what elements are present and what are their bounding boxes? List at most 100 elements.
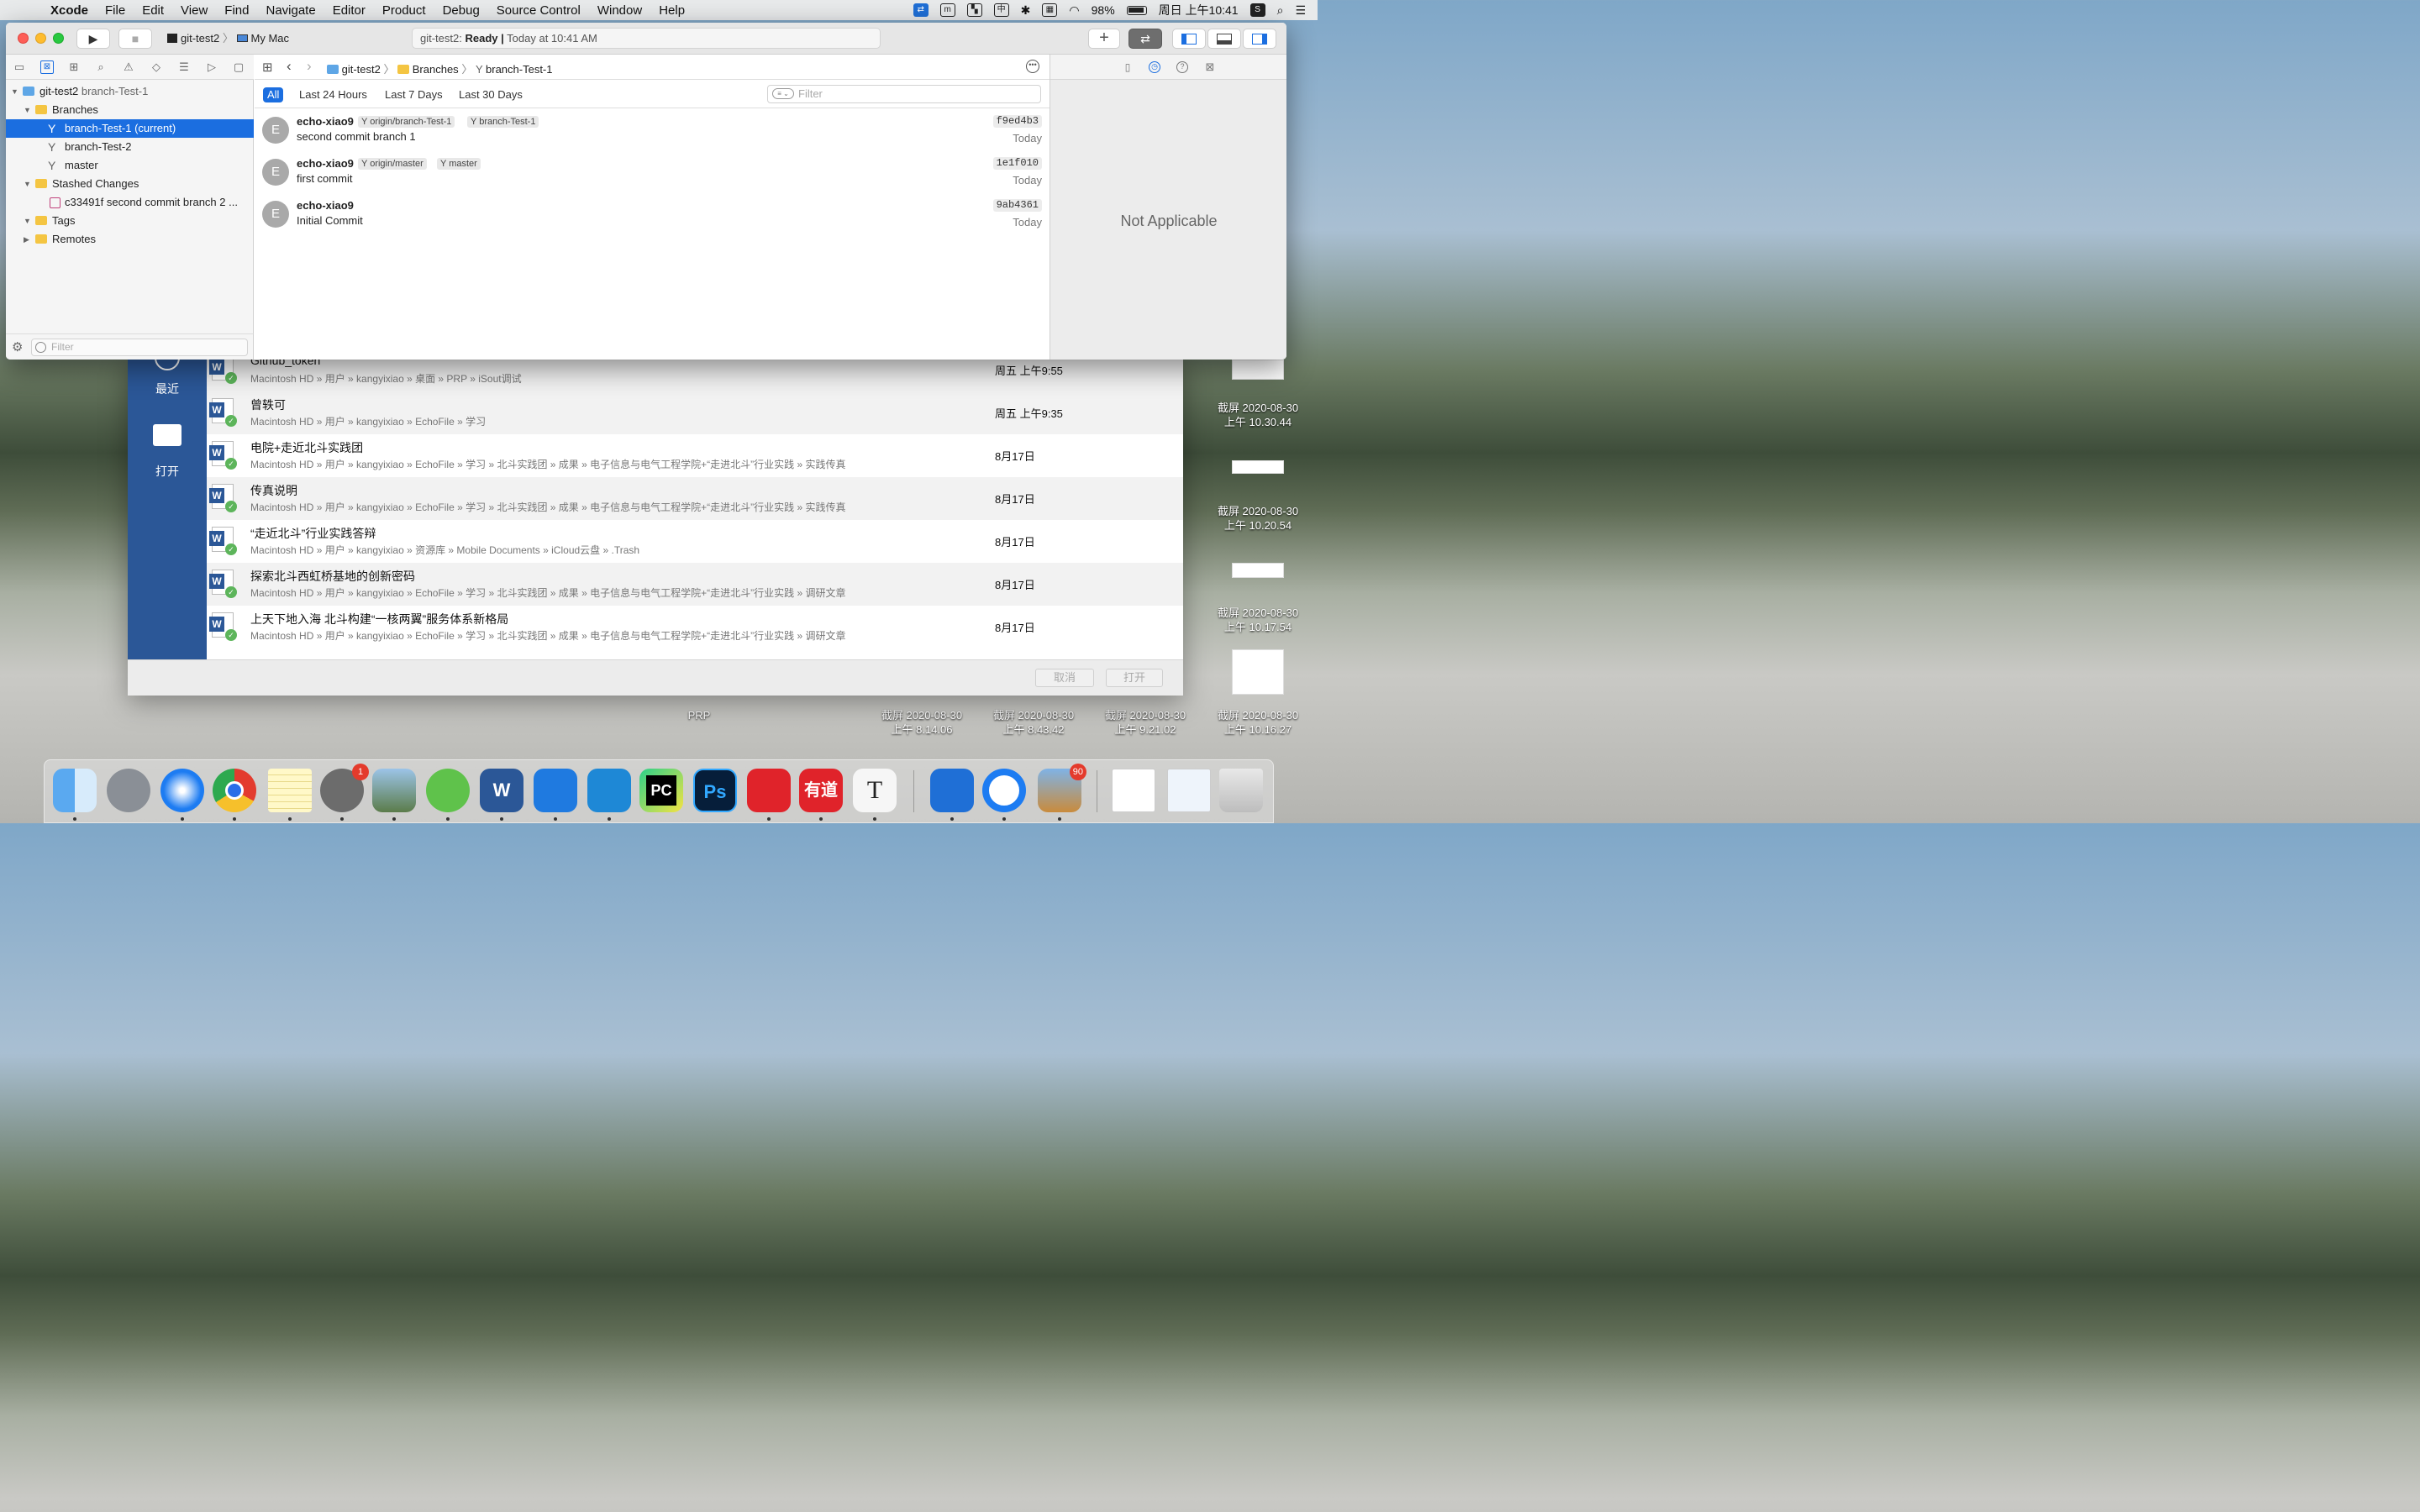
tree-item-tags[interactable]: ▼ Tags	[6, 212, 254, 230]
minimize-window-button[interactable]	[35, 33, 46, 44]
find-navigator-search-icon[interactable]: ⌕	[94, 60, 108, 74]
notes-icon[interactable]	[268, 769, 312, 812]
screenshot-thumbnail[interactable]	[1232, 360, 1284, 380]
menu-editor[interactable]: Editor	[333, 3, 366, 18]
file-inspector-document-icon[interactable]: ▯	[1122, 61, 1134, 73]
breakpoint-navigator-icon[interactable]: ▷	[205, 60, 218, 74]
safari-compass-icon[interactable]	[160, 769, 204, 812]
menu-debug[interactable]: Debug	[443, 3, 480, 18]
documents-stack-icon[interactable]	[1167, 769, 1211, 812]
debug-navigator-icon[interactable]: ☰	[177, 60, 191, 74]
test-navigator-diamond-icon[interactable]: ◇	[150, 60, 163, 74]
tree-item-remotes[interactable]: ▶ Remotes	[6, 230, 254, 249]
tree-item-branch-test-1[interactable]: Y branch-Test-1 (current)	[6, 119, 254, 138]
filter-all[interactable]: All	[263, 87, 284, 102]
disclosure-open-icon[interactable]: ▼	[11, 82, 18, 101]
cancel-button[interactable]: 取消	[1035, 669, 1094, 687]
desktop-item-label[interactable]: 截屏 2020-08-30 上午 8.14.06	[871, 708, 972, 737]
desktop-item-label[interactable]: 截屏 2020-08-30 上午 9.21.02	[1095, 708, 1196, 737]
typora-icon[interactable]: T	[853, 769, 897, 812]
report-navigator-chat-icon[interactable]: ▢	[232, 60, 245, 74]
filter-options-icon[interactable]: ≡ ⌄	[772, 88, 794, 99]
monitor-status-icon[interactable]: m	[939, 3, 955, 17]
desktop-item-label[interactable]: 截屏 2020-08-30 上午 10.30.44	[1207, 401, 1308, 429]
menu-edit[interactable]: Edit	[142, 3, 164, 18]
tree-item-branches[interactable]: ▼ Branches	[6, 101, 254, 119]
zoom-window-button[interactable]	[53, 33, 64, 44]
toggle-inspector-button[interactable]	[1243, 29, 1276, 49]
scheme-selector[interactable]: git-test2 〉 My Mac	[159, 29, 298, 49]
history-inspector-clock-icon[interactable]: ◷	[1149, 61, 1160, 73]
run-button[interactable]: ▶	[76, 29, 110, 49]
trash-icon[interactable]	[1219, 769, 1263, 812]
tree-root-repository[interactable]: ▼ git-test2 branch-Test-1	[6, 82, 254, 101]
code-review-button[interactable]: ⇄	[1128, 29, 1162, 49]
toggle-debug-area-button[interactable]	[1207, 29, 1241, 49]
filter-last-7-days[interactable]: Last 7 Days	[381, 87, 447, 102]
pycharm-icon[interactable]: PC	[639, 769, 683, 812]
file-row[interactable]: W ✓ 传真说明 Macintosh HD » 用户 » kangyixiao »…	[207, 477, 1183, 520]
screenshot-thumbnail[interactable]	[1232, 649, 1284, 695]
project-navigator-folder-icon[interactable]: ▭	[13, 60, 26, 74]
navigator-filter-field[interactable]: Filter	[31, 339, 248, 356]
menu-help[interactable]: Help	[659, 3, 685, 18]
quick-help-question-icon[interactable]: ?	[1176, 61, 1188, 73]
tree-item-branch-test-2[interactable]: Y branch-Test-2	[6, 138, 254, 156]
spotlight-search-icon[interactable]: ⌕	[1277, 3, 1284, 18]
teamviewer-status-icon[interactable]: ⇄	[913, 3, 929, 17]
xcode-hammer-icon[interactable]	[534, 769, 577, 812]
library-inspector-icon[interactable]: ⊠	[1204, 61, 1216, 73]
menu-view[interactable]: View	[181, 3, 208, 18]
mail-bird-icon[interactable]: 90	[1038, 764, 1086, 812]
wifi-icon[interactable]: ◠	[1069, 3, 1079, 18]
memory-status-icon[interactable]: ▦	[1042, 3, 1058, 17]
open-button[interactable]: 打开	[1106, 669, 1163, 687]
close-window-button[interactable]	[18, 33, 29, 44]
issue-navigator-warning-icon[interactable]: ⚠	[122, 60, 135, 74]
battery-icon[interactable]	[1126, 5, 1147, 15]
vscode-icon[interactable]	[587, 769, 631, 812]
symbol-navigator-icon[interactable]: ⊞	[67, 60, 81, 74]
filter-last-30-days[interactable]: Last 30 Days	[455, 87, 527, 102]
network-share-status-icon[interactable]: ▚	[966, 3, 982, 17]
filter-last-24-hours[interactable]: Last 24 Hours	[295, 87, 371, 102]
file-row[interactable]: W ✓ 曾轶可 Macintosh HD » 用户 » kangyixiao » …	[207, 391, 1183, 434]
breadcrumb-project[interactable]: git-test2	[342, 63, 381, 76]
preview-photo-icon[interactable]	[372, 769, 416, 812]
teamviewer-icon[interactable]	[930, 769, 974, 812]
file-row[interactable]: W ✓ 电院+走近北斗实践团 Macintosh HD » 用户 » kangyi…	[207, 434, 1183, 477]
gear-icon[interactable]: ⚙	[12, 339, 23, 354]
related-items-grid-icon[interactable]: ⊞	[262, 60, 273, 75]
sidebar-open[interactable]: 打开	[128, 424, 207, 480]
input-method-icon[interactable]: 中	[993, 3, 1009, 17]
commit-row[interactable]: E echo-xiao9 Initial Commit 9ab4361 Toda…	[255, 192, 1050, 234]
breadcrumb-group[interactable]: Branches	[413, 63, 459, 76]
commit-search-field[interactable]: ≡ ⌄ Filter	[767, 85, 1041, 103]
menu-file[interactable]: File	[105, 3, 125, 18]
file-row[interactable]: W ✓ 上天下地入海 北斗构建“一核两翼”服务体系新格局 Macintosh HD…	[207, 606, 1183, 648]
menu-window[interactable]: Window	[597, 3, 642, 18]
more-options-icon[interactable]: •••	[1026, 60, 1039, 73]
notification-center-icon[interactable]: ☰	[1295, 3, 1306, 18]
desktop-item-label[interactable]: 截屏 2020-08-30 上午 8.43.42	[983, 708, 1084, 737]
bluetooth-icon[interactable]: ✱	[1021, 3, 1031, 18]
finder-icon[interactable]	[53, 769, 97, 812]
desktop-item-label[interactable]: 截屏 2020-08-30 上午 10.16.27	[1207, 708, 1308, 737]
menu-product[interactable]: Product	[382, 3, 426, 18]
file-row[interactable]: W ✓ Github_token Macintosh HD » 用户 » kang…	[207, 357, 1183, 391]
desktop-item-label[interactable]: PRP	[666, 708, 733, 722]
desktop-item-label[interactable]: 截屏 2020-08-30 上午 10.20.54	[1207, 504, 1308, 533]
file-row[interactable]: W ✓ “走近北斗”行业实践答辩 Macintosh HD » 用户 » kang…	[207, 520, 1183, 563]
desktop-item-label[interactable]: 截屏 2020-08-30 上午 10.17.54	[1207, 606, 1308, 634]
clipboard-status-icon[interactable]: S	[1249, 3, 1265, 17]
downloads-stack-icon[interactable]	[1112, 769, 1155, 812]
menu-app-name[interactable]: Xcode	[50, 3, 88, 18]
disclosure-open-icon[interactable]: ▼	[24, 101, 31, 119]
wechat-icon[interactable]	[426, 769, 470, 812]
youdao-dict-icon[interactable]: 有道	[799, 769, 843, 812]
clock[interactable]: 周日 上午10:41	[1159, 2, 1239, 18]
system-preferences-gear-icon[interactable]: 1	[320, 764, 369, 812]
netease-music-icon[interactable]	[747, 769, 791, 812]
disclosure-closed-icon[interactable]: ▶	[24, 230, 29, 249]
word-icon[interactable]: W	[480, 769, 523, 812]
